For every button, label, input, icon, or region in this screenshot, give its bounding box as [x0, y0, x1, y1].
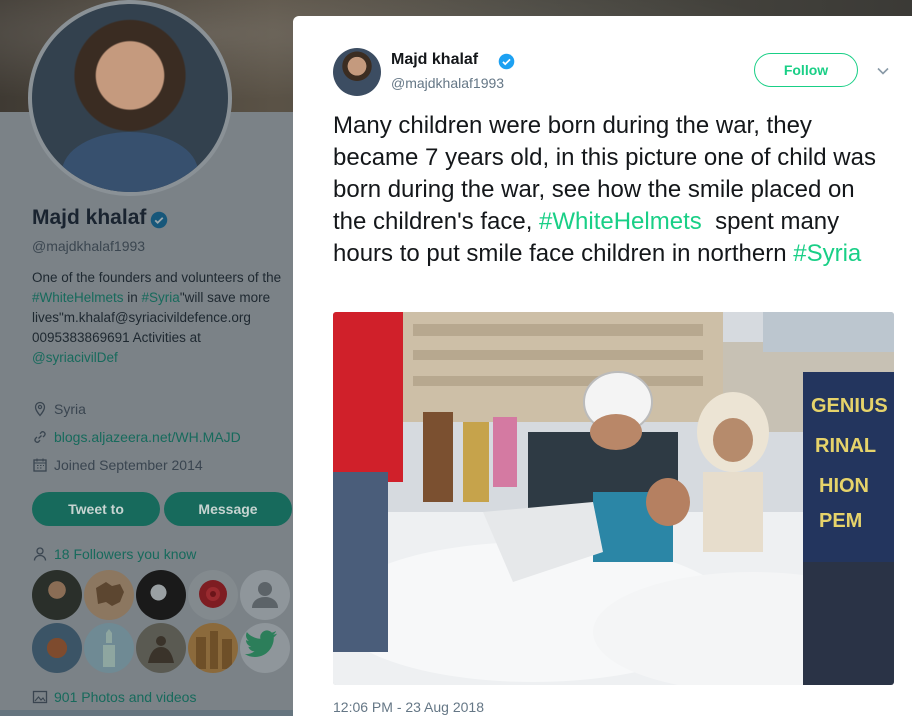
tweet-permalink-overlay: Majd khalaf @majdkhalaf1993 Follow Many …: [293, 16, 912, 716]
follower-avatar[interactable]: [188, 570, 238, 620]
photos-videos-row: 901 Photos and videos: [32, 689, 196, 705]
svg-text:GENIUS: GENIUS: [811, 395, 888, 417]
location-icon: [34, 401, 46, 417]
profile-website-row: blogs.aljazeera.net/WH.MAJD: [32, 429, 241, 445]
chevron-down-icon[interactable]: [875, 63, 891, 79]
profile-location: Syria: [54, 401, 86, 417]
svg-text:PEM: PEM: [819, 510, 862, 532]
follower-avatar[interactable]: [84, 570, 134, 620]
tweet-text: Many children were born during the war, …: [333, 112, 876, 267]
bio-hashtag-syria[interactable]: #Syria: [142, 290, 180, 305]
bio-hashtag-whitehelmets[interactable]: #WhiteHelmets: [32, 290, 124, 305]
message-button[interactable]: Message: [164, 492, 292, 526]
follower-avatar[interactable]: [136, 623, 186, 673]
follow-button[interactable]: Follow: [754, 53, 858, 87]
profile-handle: @majdkhalaf1993: [32, 238, 146, 254]
tweet-author-handle[interactable]: @majdkhalaf1993: [391, 75, 504, 91]
follower-avatar[interactable]: [136, 570, 186, 620]
followers-you-know-row: 18 Followers you know: [32, 546, 196, 562]
profile-joined-row: Joined September 2014: [32, 457, 203, 473]
profile-avatar[interactable]: [28, 0, 232, 196]
follower-avatar[interactable]: [240, 570, 290, 620]
link-icon: [34, 431, 46, 443]
profile-location-row: Syria: [32, 401, 86, 417]
follower-avatar[interactable]: [188, 623, 238, 673]
calendar-icon: [33, 458, 47, 472]
verified-icon: [498, 53, 515, 70]
tweet-to-button[interactable]: Tweet to: [32, 492, 160, 526]
hashtag-whitehelmets[interactable]: #WhiteHelmets: [539, 208, 702, 235]
tweet-author-avatar[interactable]: [333, 48, 381, 96]
profile-joined-date: Joined September 2014: [54, 457, 203, 473]
tweet-photo[interactable]: GENIUS RINAL HION PEM: [333, 312, 894, 685]
profile-name: Majd khalaf: [32, 206, 147, 229]
verified-icon: [150, 211, 168, 229]
profile-bio: One of the founders and volunteers of th…: [32, 270, 282, 365]
photos-videos-link[interactable]: 901 Photos and videos: [54, 689, 196, 705]
bio-mention-syriacivildef[interactable]: @syriacivilDef: [32, 350, 118, 365]
follower-avatar[interactable]: [240, 623, 290, 673]
svg-text:RINAL: RINAL: [815, 435, 876, 457]
tweet-photo-illustration: GENIUS RINAL HION PEM: [333, 312, 894, 685]
followers-you-know-link[interactable]: 18 Followers you know: [54, 546, 196, 562]
photo-icon: [32, 690, 48, 704]
tweet-timestamp[interactable]: 12:06 PM - 23 Aug 2018: [333, 699, 484, 715]
follower-avatar[interactable]: [32, 570, 82, 620]
hashtag-syria[interactable]: #Syria: [793, 240, 861, 267]
follower-avatar[interactable]: [32, 623, 82, 673]
follower-avatar[interactable]: [84, 623, 134, 673]
profile-website-link[interactable]: blogs.aljazeera.net/WH.MAJD: [54, 429, 241, 445]
svg-text:HION: HION: [819, 475, 869, 497]
people-icon: [33, 547, 47, 561]
tweet-author-name[interactable]: Majd khalaf: [391, 51, 478, 69]
profile-avatar-image: [32, 4, 228, 192]
